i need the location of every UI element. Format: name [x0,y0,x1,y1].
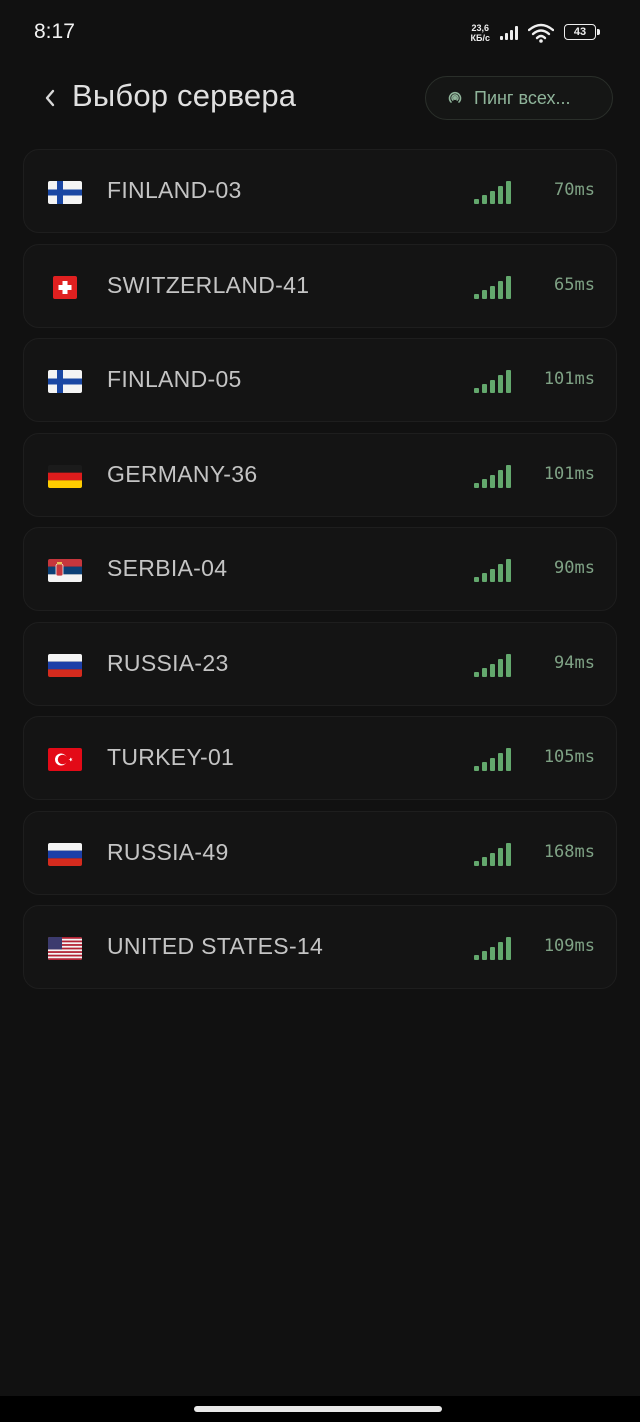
page-title: Выбор сервера [72,78,297,113]
wifi-icon [528,23,554,43]
back-button[interactable] [36,84,64,112]
ping-all-label: Пинг всех... [474,87,571,108]
ping-icon [448,91,462,103]
ping-value: 168ms [543,841,595,862]
ping-value: 105ms [543,747,595,767]
russia-flag-icon [48,842,82,866]
battery-level: 43 [573,26,587,38]
server-item[interactable]: GERMANY-36 101ms [23,432,617,517]
finland-flag-icon [48,181,82,204]
turkey-flag-icon [48,748,82,771]
network-speed: 23,6 КБ/с [471,23,490,43]
ping-value: 70ms [554,180,595,200]
signal-strength-icon [474,180,514,204]
server-name: TURKEY-01 [107,744,235,770]
network-speed-unit: КБ/с [470,33,490,43]
server-name: GERMANY-36 [107,460,258,487]
server-item[interactable]: SERBIA-04 90ms [23,527,617,611]
ping-value: 65ms [554,274,595,295]
header: Выбор сервера Пинг всех... [0,72,640,128]
network-speed-value: 23,6 [471,23,490,33]
server-item[interactable]: SWITZERLAND-41 65ms [23,243,617,328]
russia-flag-icon [48,653,82,677]
status-time: 8:17 [34,20,75,43]
battery-icon: 43 [564,24,602,42]
ping-value: 94ms [554,652,595,673]
server-list: FINLAND-03 70ms SWITZERLAND-41 65ms FINL… [23,149,617,1000]
server-name: FINLAND-05 [107,366,242,392]
navigation-bar [0,1396,640,1422]
server-name: RUSSIA-23 [107,649,229,676]
home-indicator[interactable] [194,1406,442,1412]
united-states-flag-icon [48,937,82,960]
signal-strength-icon [474,842,514,866]
server-name: SERBIA-04 [107,555,228,581]
finland-flag-icon [48,370,82,393]
ping-value: 101ms [543,369,595,389]
signal-strength-icon [474,653,514,677]
serbia-flag-icon [48,559,82,582]
switzerland-flag-icon [53,275,77,299]
status-bar: 8:17 23,6 КБ/с 43 [0,0,640,64]
server-item[interactable]: RUSSIA-49 168ms [23,810,617,895]
signal-strength-icon [474,558,514,582]
signal-strength-icon [474,275,514,299]
server-item[interactable]: FINLAND-05 101ms [23,338,617,422]
server-name: FINLAND-03 [107,177,242,203]
signal-strength-icon [474,747,514,771]
ping-value: 90ms [554,558,595,578]
ping-value: 109ms [543,936,595,956]
signal-strength-icon [474,936,514,960]
server-item[interactable]: RUSSIA-23 94ms [23,621,617,706]
germany-flag-icon [48,464,82,488]
server-item[interactable]: TURKEY-01 105ms [23,716,617,800]
signal-strength-icon [474,369,514,393]
signal-strength-icon [474,464,514,488]
ping-all-button[interactable]: Пинг всех... [425,76,613,120]
server-name: UNITED STATES-14 [107,933,324,959]
server-name: RUSSIA-49 [107,838,229,865]
server-item[interactable]: UNITED STATES-14 109ms [23,905,617,989]
status-icons: 23,6 КБ/с 43 [471,20,602,46]
chevron-left-icon [45,89,55,107]
server-item[interactable]: FINLAND-03 70ms [23,149,617,233]
cellular-signal-icon [500,26,518,40]
ping-value: 101ms [543,463,595,484]
server-name: SWITZERLAND-41 [107,271,310,298]
